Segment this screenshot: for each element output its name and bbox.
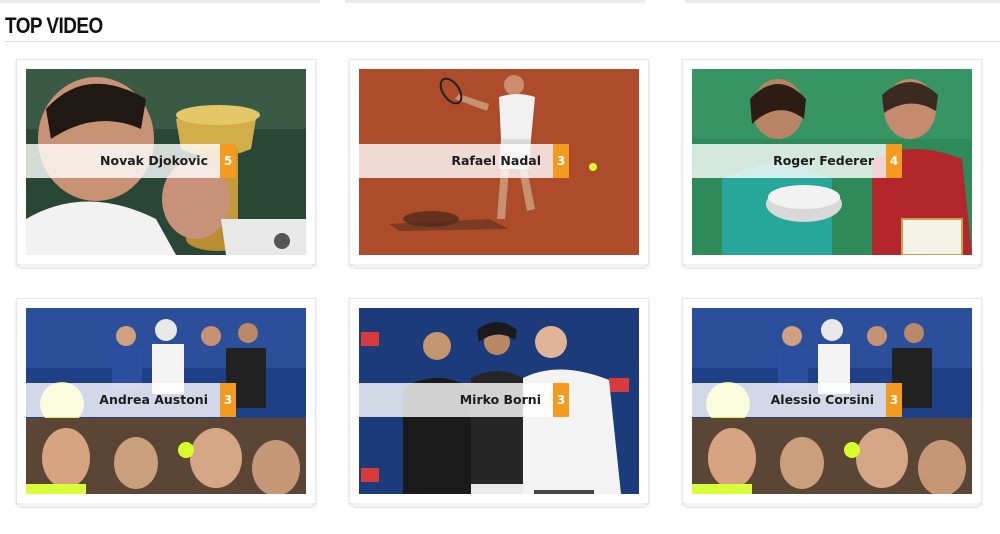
player-name: Roger Federer bbox=[773, 153, 874, 168]
video-card-alessio-corsini[interactable]: Alessio Corsini 3 bbox=[682, 298, 982, 508]
player-name: Alessio Corsini bbox=[770, 392, 874, 407]
video-thumbnail[interactable]: Andrea Austoni 3 bbox=[26, 308, 306, 494]
video-count-badge: 3 bbox=[220, 383, 236, 417]
name-overlay: Mirko Borni bbox=[359, 383, 553, 417]
video-count-badge: 5 bbox=[220, 144, 236, 178]
player-name: Rafael Nadal bbox=[451, 153, 541, 168]
name-overlay: Novak Djokovic bbox=[26, 144, 220, 178]
name-overlay: Rafael Nadal bbox=[359, 144, 553, 178]
name-overlay: Alessio Corsini bbox=[692, 383, 886, 417]
video-count-badge: 3 bbox=[553, 144, 569, 178]
video-count-badge: 3 bbox=[553, 383, 569, 417]
section-divider bbox=[5, 41, 1000, 42]
player-name: Novak Djokovic bbox=[100, 153, 208, 168]
video-thumbnail[interactable]: Roger Federer 4 bbox=[692, 69, 972, 255]
video-count-badge: 4 bbox=[886, 144, 902, 178]
video-card-roger-federer[interactable]: Roger Federer 4 bbox=[682, 59, 982, 269]
video-card-rafael-nadal[interactable]: Rafael Nadal 3 bbox=[349, 59, 649, 269]
video-card-novak-djokovic[interactable]: Novak Djokovic 5 bbox=[16, 59, 316, 269]
section-title: TOP VIDEO bbox=[5, 13, 103, 38]
video-count-badge: 3 bbox=[886, 383, 902, 417]
player-name: Andrea Austoni bbox=[99, 392, 208, 407]
video-thumbnail[interactable]: Rafael Nadal 3 bbox=[359, 69, 639, 255]
video-card-andrea-austoni[interactable]: Andrea Austoni 3 bbox=[16, 298, 316, 508]
name-overlay: Roger Federer bbox=[692, 144, 886, 178]
video-card-mirko-borni[interactable]: Mirko Borni 3 bbox=[349, 298, 649, 508]
name-overlay: Andrea Austoni bbox=[26, 383, 220, 417]
player-name: Mirko Borni bbox=[459, 392, 541, 407]
video-thumbnail[interactable]: Alessio Corsini 3 bbox=[692, 308, 972, 494]
video-thumbnail[interactable]: Mirko Borni 3 bbox=[359, 308, 639, 494]
video-thumbnail[interactable]: Novak Djokovic 5 bbox=[26, 69, 306, 255]
